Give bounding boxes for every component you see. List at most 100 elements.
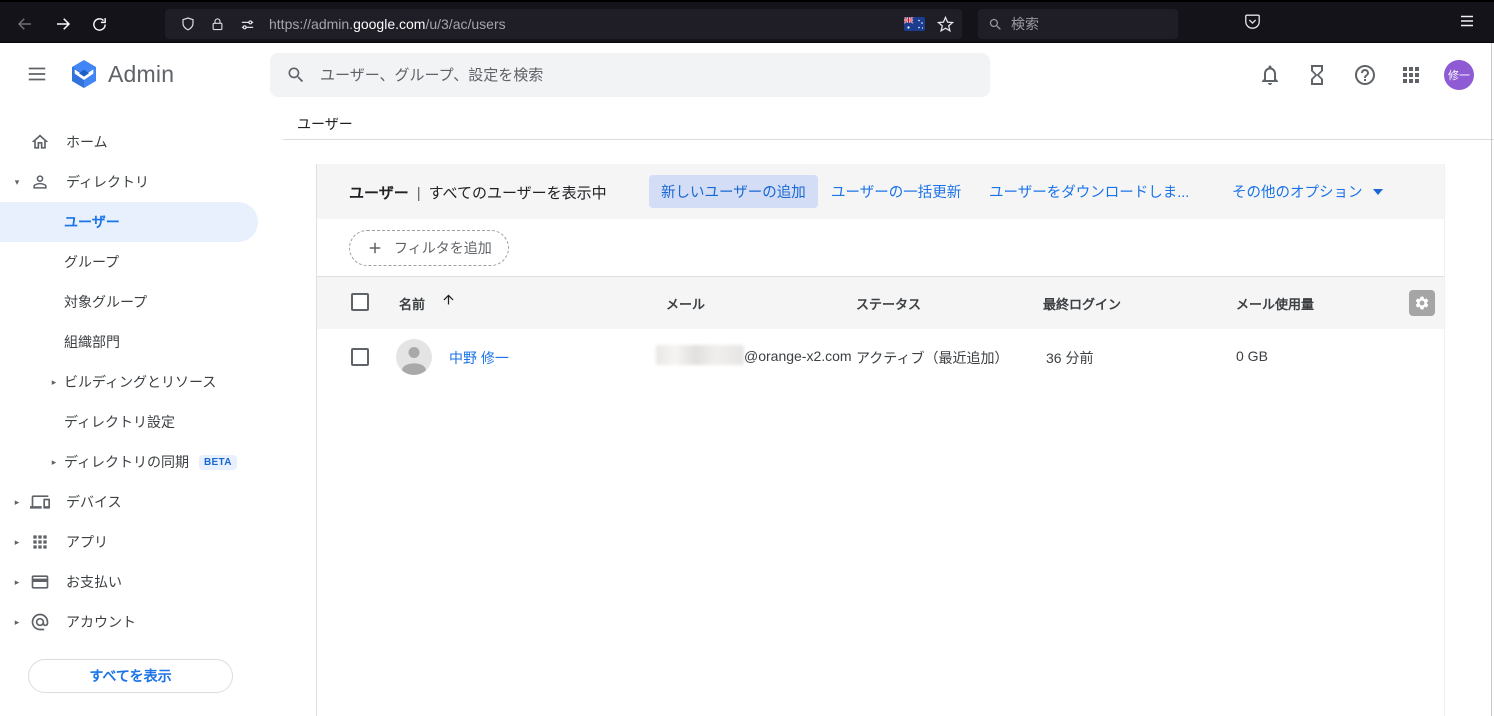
bookmark-star-icon[interactable] (937, 16, 954, 33)
url-path: /u/3/ac/users (425, 16, 505, 32)
sidebar-item-users[interactable]: ユーザー (0, 202, 258, 242)
bulk-update-users-button[interactable]: ユーザーの一括更新 (831, 164, 961, 219)
help-icon (1353, 63, 1377, 87)
column-header-last-login[interactable]: 最終ログイン (1043, 294, 1121, 313)
pocket-icon[interactable] (1243, 12, 1262, 36)
more-options-button[interactable]: その他のオプション (1232, 164, 1383, 219)
sidebar-item-home[interactable]: ホーム (0, 122, 283, 162)
pending-tasks-button[interactable] (1305, 63, 1329, 87)
add-filter-label: フィルタを追加 (394, 238, 492, 258)
column-header-name[interactable]: 名前 (399, 294, 425, 313)
user-name-link[interactable]: 中野 修一 (449, 348, 509, 368)
row-checkbox[interactable] (351, 348, 369, 366)
sidebar-item-label: アプリ (66, 532, 108, 552)
sidebar-item-billing[interactable]: ▸ お支払い (0, 562, 283, 602)
dropdown-caret-icon (1373, 189, 1383, 195)
breadcrumb: ユーザー (297, 114, 353, 134)
hourglass-icon (1305, 63, 1329, 87)
panel-title-primary: ユーザー (349, 185, 409, 202)
shield-icon[interactable] (180, 16, 196, 32)
add-filter-chip[interactable]: フィルタを追加 (349, 230, 509, 266)
admin-logo[interactable]: Admin (68, 58, 174, 90)
credit-card-icon (30, 572, 50, 592)
column-header-status[interactable]: ステータス (856, 294, 921, 313)
sidebar-item-directory-settings[interactable]: ディレクトリ設定 (0, 402, 283, 442)
forward-button[interactable] (48, 9, 78, 39)
beta-badge: BETA (199, 455, 237, 470)
apps-grid-icon (1399, 63, 1423, 87)
browser-search-box[interactable] (978, 9, 1178, 39)
sort-ascending-icon[interactable] (441, 292, 457, 308)
show-all-button[interactable]: すべてを表示 (28, 659, 233, 693)
chevron-right-icon[interactable]: ▸ (10, 537, 24, 548)
sidebar-item-label: ディレクトリ (66, 172, 149, 192)
url-domain: google.com (353, 16, 425, 32)
chevron-right-icon[interactable]: ▸ (10, 497, 24, 508)
person-icon (30, 172, 50, 192)
bell-icon (1258, 63, 1282, 87)
bulk-update-label: ユーザーの一括更新 (831, 181, 961, 202)
browser-menu-button[interactable] (1458, 12, 1476, 35)
url-bar[interactable]: https://admin.google.com/u/3/ac/users (165, 9, 962, 39)
sidebar-item-directory-sync[interactable]: ▸ ディレクトリの同期 BETA (0, 442, 283, 482)
notifications-button[interactable] (1258, 63, 1282, 87)
panel-title-secondary: すべてのユーザーを表示中 (429, 185, 607, 202)
chevron-right-icon[interactable]: ▸ (48, 457, 60, 468)
column-header-email[interactable]: メール (666, 294, 705, 313)
sidebar-item-label: ディレクトリの同期 (64, 452, 189, 472)
table-row[interactable]: 中野 修一 @orange-x2.com アクティブ（最近追加） 36 分前 0… (317, 329, 1444, 385)
sidebar-item-target-groups[interactable]: 対象グループ (0, 282, 283, 322)
screen: https://admin.google.com/u/3/ac/users (0, 0, 1494, 716)
sidebar-item-devices[interactable]: ▸ デバイス (0, 482, 283, 522)
admin-search-input[interactable] (320, 67, 940, 84)
app-header: Admin 修一 (0, 43, 1494, 105)
account-avatar[interactable]: 修一 (1444, 60, 1474, 90)
sidebar-item-org-units[interactable]: 組織部門 (0, 322, 283, 362)
permissions-icon[interactable] (239, 16, 256, 33)
home-icon (30, 132, 50, 152)
sidebar-item-account[interactable]: ▸ アカウント (0, 602, 283, 642)
sidebar-item-label: お支払い (66, 572, 122, 592)
user-mail-usage: 0 GB (1236, 348, 1268, 364)
chevron-right-icon[interactable]: ▸ (10, 577, 24, 588)
sidebar-item-apps[interactable]: ▸ アプリ (0, 522, 283, 562)
at-sign-icon (30, 612, 50, 632)
user-status: アクティブ（最近追加） (856, 348, 1008, 368)
column-settings-button[interactable] (1409, 290, 1435, 316)
add-user-label: 新しいユーザーの追加 (661, 181, 806, 202)
redacted-email-local-part (656, 345, 744, 365)
table-header: 名前 メール ステータス 最終ログイン メール使用量 (317, 277, 1444, 329)
chevron-right-icon[interactable]: ▸ (48, 377, 60, 388)
search-icon (988, 17, 1003, 32)
select-all-checkbox[interactable] (351, 293, 369, 311)
download-users-button[interactable]: ユーザーをダウンロードしま... (989, 164, 1189, 219)
google-apps-button[interactable] (1399, 63, 1423, 87)
help-button[interactable] (1353, 63, 1377, 87)
admin-search-bar[interactable] (270, 53, 990, 97)
browser-search-input[interactable] (1011, 16, 1151, 32)
back-button[interactable] (10, 9, 40, 39)
sidebar-item-buildings-resources[interactable]: ▸ ビルディングとリソース (0, 362, 283, 402)
sidebar-item-label: グループ (64, 252, 119, 272)
user-email-domain: @orange-x2.com (744, 348, 852, 364)
plus-icon (366, 239, 384, 257)
browser-toolbar: https://admin.google.com/u/3/ac/users (0, 0, 1494, 43)
chevron-down-icon[interactable]: ▾ (10, 177, 24, 188)
add-user-button[interactable]: 新しいユーザーの追加 (649, 175, 818, 208)
scrollbar-edge[interactable] (1491, 43, 1492, 716)
sidebar: ホーム ▾ ディレクトリ ユーザー グループ 対象グループ 組織部門 ▸ ビルデ… (0, 122, 283, 716)
flag-icon[interactable] (904, 17, 925, 31)
filter-band: フィルタを追加 (317, 219, 1444, 277)
main-menu-button[interactable] (26, 63, 48, 90)
chevron-right-icon[interactable]: ▸ (10, 617, 24, 628)
sidebar-item-label: 対象グループ (64, 292, 147, 312)
sidebar-item-label: アカウント (66, 612, 136, 632)
panel-title-separator: | (417, 185, 421, 202)
column-header-mail-usage[interactable]: メール使用量 (1236, 294, 1314, 313)
sidebar-item-directory[interactable]: ▾ ディレクトリ (0, 162, 283, 202)
sidebar-item-groups[interactable]: グループ (0, 242, 283, 282)
back-arrow-icon (16, 15, 34, 33)
lock-icon[interactable] (210, 17, 225, 32)
breadcrumb-bar: ユーザー (283, 105, 1494, 140)
reload-button[interactable] (84, 9, 114, 39)
